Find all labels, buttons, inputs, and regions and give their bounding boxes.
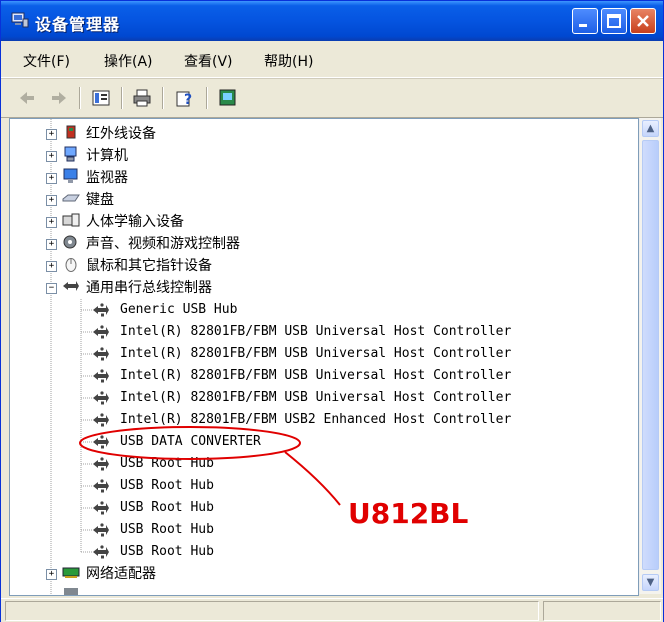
usb-device-icon [92, 324, 110, 340]
expand-toggle[interactable]: + [46, 217, 57, 228]
annotation-label: U812BL [348, 497, 469, 530]
computer-icon [64, 146, 77, 162]
usb-device-item[interactable]: Intel(R) 82801FB/FBM USB Universal Host … [120, 343, 511, 365]
usb-device-icon [92, 456, 110, 472]
monitor-icon [63, 168, 78, 183]
usb-device-item[interactable]: Intel(R) 82801FB/FBM USB Universal Host … [120, 365, 511, 387]
sound-icon [63, 235, 77, 249]
hid-icon [62, 213, 80, 227]
svg-text:?: ? [184, 92, 192, 108]
tree-category-usb[interactable]: 通用串行总线控制器 [86, 277, 212, 299]
network-adapter-icon [62, 567, 80, 578]
mouse-icon [65, 258, 77, 272]
usb-device-icon [92, 368, 110, 384]
expand-toggle[interactable]: + [46, 569, 57, 580]
usb-device-icon [92, 434, 110, 450]
status-pane-secondary [543, 601, 661, 621]
keyboard-icon [62, 194, 80, 202]
title-bar[interactable]: 设备管理器 [1, 1, 663, 41]
menu-file[interactable]: 文件(F) [23, 51, 70, 71]
usb-device-item[interactable]: USB DATA CONVERTER [120, 431, 261, 453]
scroll-thumb[interactable] [642, 140, 659, 570]
tree-category[interactable]: 红外线设备 [86, 123, 156, 145]
expand-toggle[interactable]: + [46, 129, 57, 140]
status-bar [1, 598, 663, 622]
help-icon[interactable]: ? [175, 88, 195, 108]
expand-toggle[interactable]: + [46, 151, 57, 162]
menu-view[interactable]: 查看(V) [184, 51, 233, 71]
tree-category[interactable]: 键盘 [86, 189, 114, 211]
usb-device-item[interactable]: Generic USB Hub [120, 299, 237, 321]
scroll-down-arrow-icon[interactable]: ▼ [642, 574, 659, 591]
usb-device-icon [92, 390, 110, 406]
back-arrow-icon[interactable] [17, 88, 37, 108]
scroll-up-arrow-icon[interactable]: ▲ [642, 120, 659, 137]
properties-icon[interactable] [91, 88, 111, 108]
usb-device-icon [92, 544, 110, 560]
usb-device-item[interactable]: Intel(R) 82801FB/FBM USB Universal Host … [120, 387, 511, 409]
usb-device-item[interactable]: Intel(R) 82801FB/FBM USB Universal Host … [120, 321, 511, 343]
scan-hardware-icon[interactable] [218, 88, 238, 108]
window-title: 设备管理器 [35, 15, 121, 34]
expand-toggle[interactable]: + [46, 173, 57, 184]
menu-help[interactable]: 帮助(H) [264, 51, 313, 71]
menu-bar: 文件(F) 操作(A) 查看(V) 帮助(H) [1, 41, 663, 78]
usb-device-icon [92, 478, 110, 494]
tree-category[interactable]: 声音、视频和游戏控制器 [86, 233, 240, 255]
minimize-button[interactable] [572, 8, 598, 34]
tree-category[interactable]: 鼠标和其它指针设备 [86, 255, 212, 277]
close-icon [637, 15, 649, 27]
minimize-icon [579, 24, 587, 27]
forward-arrow-icon[interactable] [49, 88, 69, 108]
device-manager-icon [11, 12, 29, 28]
usb-icon [63, 281, 79, 291]
tree-category[interactable]: 网络适配器 [86, 563, 156, 585]
tree-category[interactable]: 人体学输入设备 [86, 211, 184, 233]
menu-action[interactable]: 操作(A) [104, 51, 153, 71]
usb-device-item[interactable]: USB Root Hub [120, 541, 214, 563]
expand-toggle[interactable]: + [46, 195, 57, 206]
usb-device-item[interactable]: USB Root Hub [120, 475, 214, 497]
collapse-toggle[interactable]: − [46, 283, 57, 294]
usb-device-item[interactable]: USB Root Hub [120, 453, 214, 475]
maximize-button[interactable] [601, 8, 627, 34]
tree-category[interactable]: 计算机 [86, 145, 128, 167]
usb-device-icon [92, 412, 110, 428]
usb-device-icon [92, 302, 110, 318]
toolbar-separator [121, 87, 123, 109]
expand-toggle[interactable]: + [46, 261, 57, 272]
tree-category[interactable]: 监视器 [86, 167, 128, 189]
usb-device-item[interactable]: Intel(R) 82801FB/FBM USB2 Enhanced Host … [120, 409, 511, 431]
toolbar-separator [79, 87, 81, 109]
toolbar-separator [162, 87, 164, 109]
toolbar-separator [206, 87, 208, 109]
device-manager-window: 设备管理器 文件(F) 操作(A) 查看(V) 帮助(H) ? + 红外线设备 … [0, 0, 664, 622]
usb-device-icon [92, 500, 110, 516]
status-pane-main [5, 601, 539, 621]
printer-icon[interactable] [132, 88, 152, 108]
device-tree[interactable]: + 红外线设备 + 计算机 + 监视器 + 键盘 + 人体学输入设备 + 声音、… [9, 118, 639, 596]
expand-toggle[interactable]: + [46, 239, 57, 250]
toolbar: ? [1, 78, 663, 118]
usb-device-icon [92, 346, 110, 362]
infrared-icon [66, 125, 76, 139]
device-icon [64, 588, 78, 595]
usb-device-item[interactable]: USB Root Hub [120, 519, 214, 541]
usb-device-item[interactable]: USB Root Hub [120, 497, 214, 519]
vertical-scrollbar[interactable]: ▲ ▼ [639, 118, 661, 594]
usb-device-icon [92, 522, 110, 538]
maximize-icon [607, 14, 621, 28]
close-button[interactable] [630, 8, 656, 34]
